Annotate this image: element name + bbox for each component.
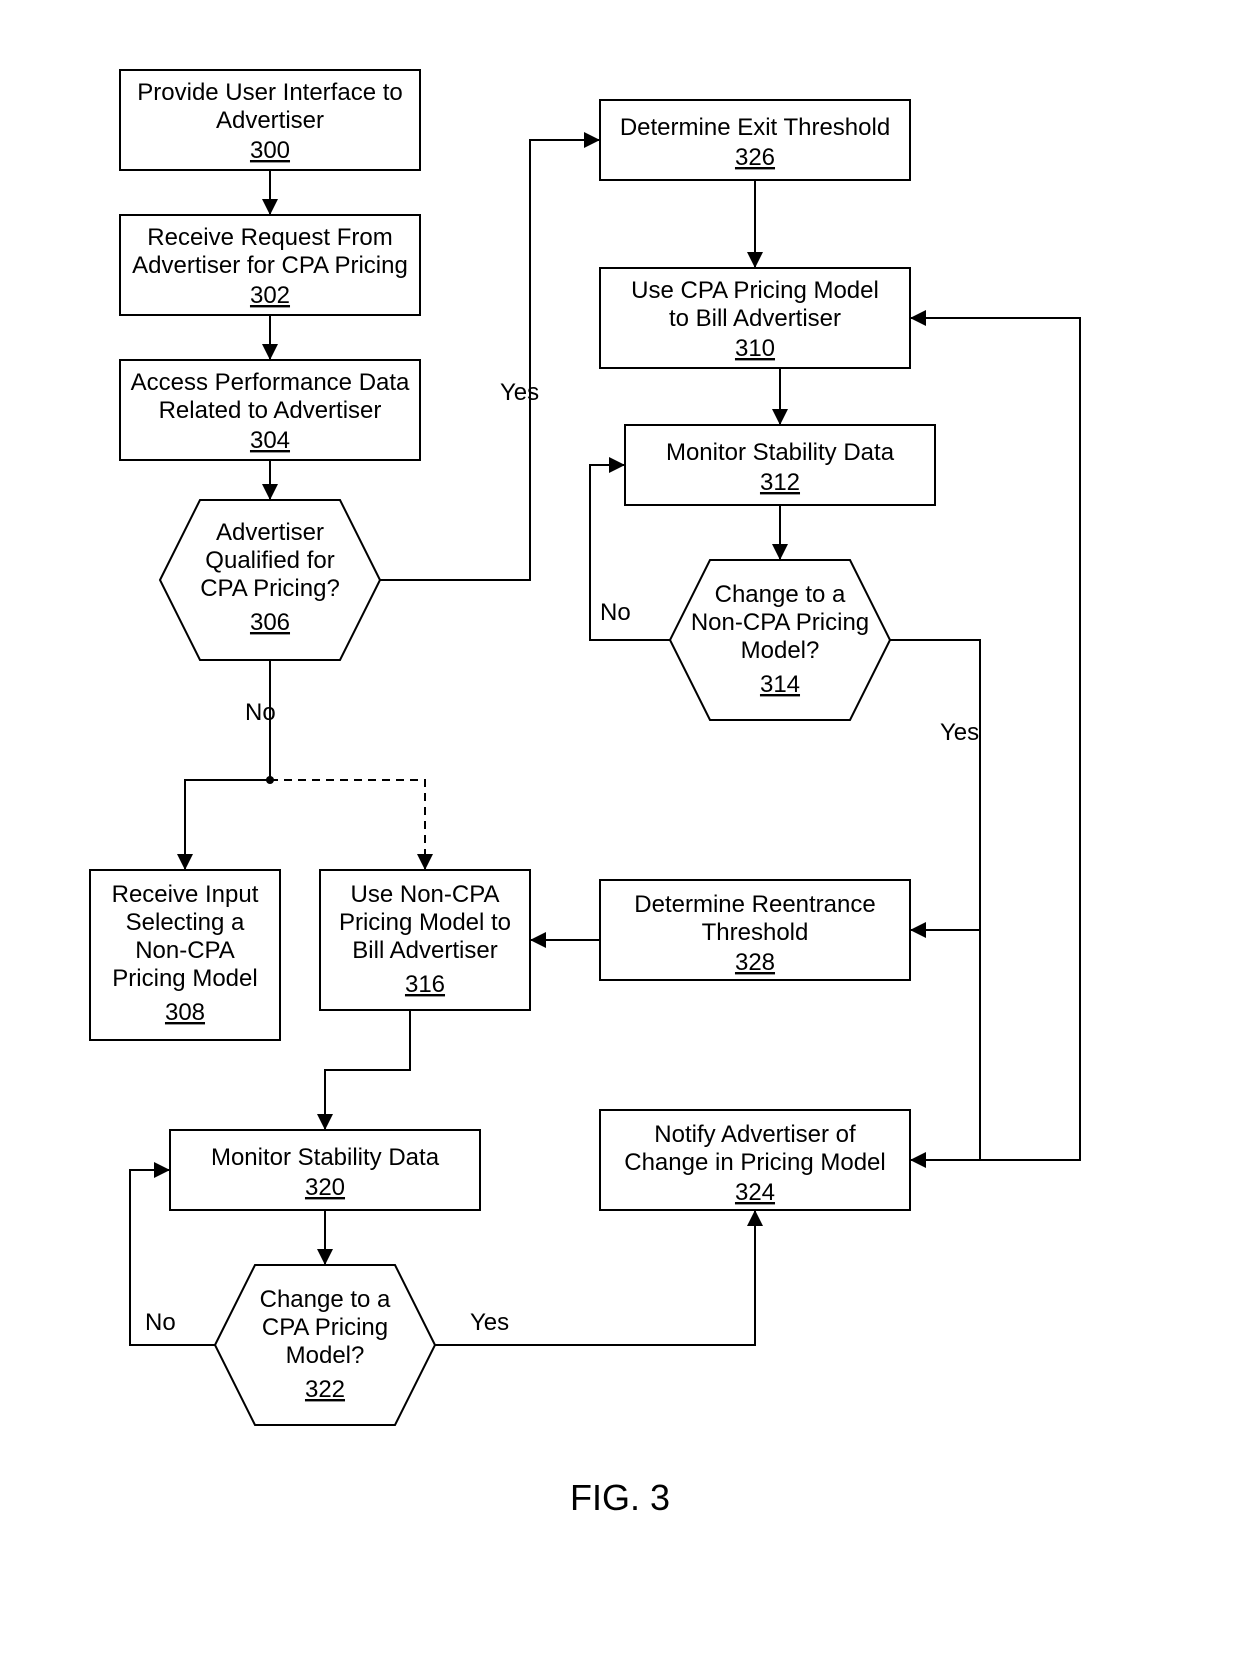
svg-text:Change to a: Change to a bbox=[260, 1286, 391, 1313]
svg-text:316: 316 bbox=[405, 971, 445, 998]
svg-text:Change to a: Change to a bbox=[715, 581, 846, 608]
svg-text:306: 306 bbox=[250, 609, 290, 636]
node-322: Change to a CPA Pricing Model? 322 bbox=[215, 1265, 435, 1425]
svg-text:322: 322 bbox=[305, 1376, 345, 1403]
node-324: Notify Advertiser of Change in Pricing M… bbox=[600, 1110, 910, 1210]
edge-310-312 bbox=[772, 368, 788, 425]
svg-text:Provide User Interface to: Provide User Interface to bbox=[137, 79, 402, 106]
svg-text:Change in Pricing Model: Change in Pricing Model bbox=[624, 1149, 885, 1176]
svg-text:CPA Pricing?: CPA Pricing? bbox=[200, 575, 340, 602]
svg-text:No: No bbox=[245, 699, 276, 726]
svg-text:Selecting a: Selecting a bbox=[126, 909, 245, 936]
svg-text:324: 324 bbox=[735, 1179, 775, 1206]
svg-text:Non-CPA: Non-CPA bbox=[135, 937, 235, 964]
svg-text:Non-CPA Pricing: Non-CPA Pricing bbox=[691, 609, 869, 636]
svg-text:to Bill Advertiser: to Bill Advertiser bbox=[669, 305, 841, 332]
edge-326-310 bbox=[747, 180, 763, 268]
svg-text:308: 308 bbox=[165, 999, 205, 1026]
edge-302-304 bbox=[262, 315, 278, 360]
edge-320-322 bbox=[317, 1210, 333, 1265]
svg-text:302: 302 bbox=[250, 282, 290, 309]
svg-text:Model?: Model? bbox=[741, 637, 820, 664]
svg-text:Monitor Stability Data: Monitor Stability Data bbox=[666, 439, 895, 466]
node-306: Advertiser Qualified for CPA Pricing? 30… bbox=[160, 500, 380, 660]
figure-label: FIG. 3 bbox=[570, 1477, 670, 1518]
node-326: Determine Exit Threshold 326 bbox=[600, 100, 910, 180]
node-304: Access Performance Data Related to Adver… bbox=[120, 360, 420, 460]
svg-text:Notify Advertiser of: Notify Advertiser of bbox=[654, 1121, 856, 1148]
edge-322-324: Yes bbox=[435, 1210, 763, 1345]
edge-junc-308 bbox=[177, 780, 270, 870]
svg-text:Yes: Yes bbox=[500, 379, 539, 406]
svg-text:310: 310 bbox=[735, 335, 775, 362]
svg-text:Receive Request From: Receive Request From bbox=[147, 224, 392, 251]
svg-text:Access Performance Data: Access Performance Data bbox=[131, 369, 410, 396]
node-328: Determine Reentrance Threshold 328 bbox=[600, 880, 910, 980]
node-320: Monitor Stability Data 320 bbox=[170, 1130, 480, 1210]
svg-text:320: 320 bbox=[305, 1174, 345, 1201]
node-310: Use CPA Pricing Model to Bill Advertiser… bbox=[600, 268, 910, 368]
svg-text:328: 328 bbox=[735, 949, 775, 976]
svg-text:Pricing Model: Pricing Model bbox=[112, 965, 257, 992]
node-314: Change to a Non-CPA Pricing Model? 314 bbox=[670, 560, 890, 720]
node-316: Use Non-CPA Pricing Model to Bill Advert… bbox=[320, 870, 530, 1010]
svg-text:Determine Reentrance: Determine Reentrance bbox=[634, 891, 875, 918]
flowchart: Provide User Interface to Advertiser 300… bbox=[0, 0, 1240, 1670]
svg-text:Yes: Yes bbox=[470, 1309, 509, 1336]
node-300: Provide User Interface to Advertiser 300 bbox=[120, 70, 420, 170]
edge-300-302 bbox=[262, 170, 278, 215]
svg-text:300: 300 bbox=[250, 137, 290, 164]
svg-text:Yes: Yes bbox=[940, 719, 979, 746]
edge-306-no: No bbox=[245, 660, 276, 784]
svg-text:Model?: Model? bbox=[286, 1342, 365, 1369]
svg-text:326: 326 bbox=[735, 144, 775, 171]
node-302: Receive Request From Advertiser for CPA … bbox=[120, 215, 420, 315]
svg-text:Threshold: Threshold bbox=[702, 919, 809, 946]
edge-312-314 bbox=[772, 505, 788, 560]
svg-text:Advertiser for CPA Pricing: Advertiser for CPA Pricing bbox=[132, 252, 408, 279]
svg-text:Use CPA Pricing Model: Use CPA Pricing Model bbox=[631, 277, 879, 304]
svg-text:304: 304 bbox=[250, 427, 290, 454]
svg-text:Receive Input: Receive Input bbox=[112, 881, 259, 908]
svg-text:Pricing Model to: Pricing Model to bbox=[339, 909, 511, 936]
svg-text:Monitor Stability Data: Monitor Stability Data bbox=[211, 1144, 440, 1171]
edge-328-316 bbox=[530, 932, 600, 948]
edge-324-328 bbox=[910, 930, 980, 1168]
svg-text:Determine Exit Threshold: Determine Exit Threshold bbox=[620, 114, 890, 141]
svg-text:Qualified for: Qualified for bbox=[205, 547, 334, 574]
svg-text:Related to Advertiser: Related to Advertiser bbox=[159, 397, 382, 424]
svg-text:Use Non-CPA: Use Non-CPA bbox=[351, 881, 500, 908]
svg-text:314: 314 bbox=[760, 671, 800, 698]
node-308: Receive Input Selecting a Non-CPA Pricin… bbox=[90, 870, 280, 1040]
svg-text:312: 312 bbox=[760, 469, 800, 496]
edge-304-306 bbox=[262, 460, 278, 500]
edge-junc-316 bbox=[270, 780, 433, 870]
svg-text:Bill Advertiser: Bill Advertiser bbox=[352, 937, 497, 964]
edge-306-326: Yes bbox=[380, 132, 600, 580]
svg-text:No: No bbox=[600, 599, 631, 626]
svg-text:No: No bbox=[145, 1309, 176, 1336]
svg-text:Advertiser: Advertiser bbox=[216, 107, 324, 134]
svg-text:Advertiser: Advertiser bbox=[216, 519, 324, 546]
svg-text:CPA Pricing: CPA Pricing bbox=[262, 1314, 388, 1341]
edge-316-320 bbox=[317, 1010, 410, 1130]
node-312: Monitor Stability Data 312 bbox=[625, 425, 935, 505]
